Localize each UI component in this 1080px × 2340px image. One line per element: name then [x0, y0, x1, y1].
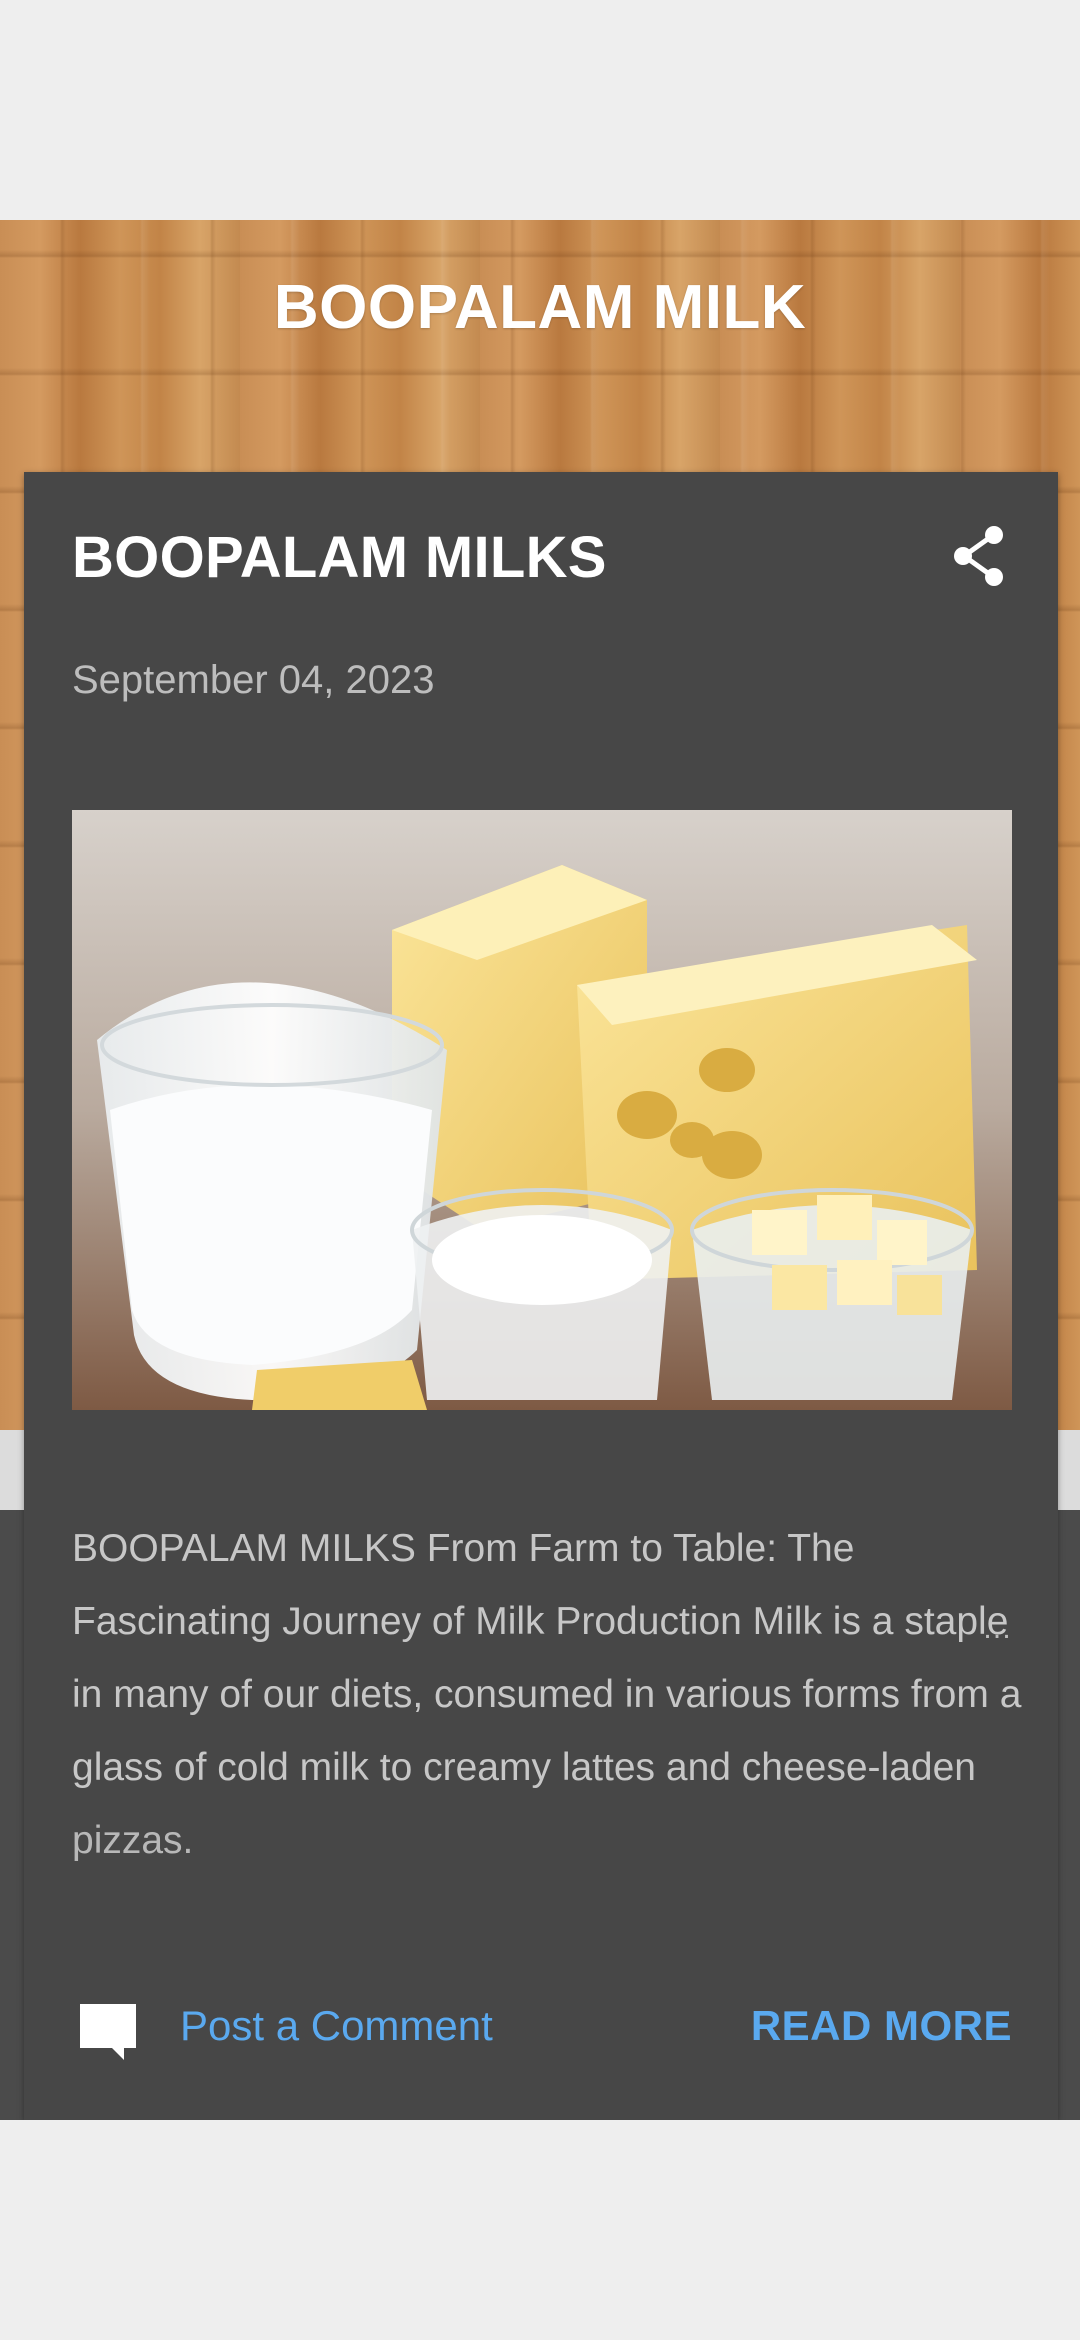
post-image[interactable] [72, 810, 1012, 1410]
snippet-text-fade: pizzas. [72, 1819, 194, 1862]
snippet-text: BOOPALAM MILKS From Farm to Table: The F… [72, 1527, 1022, 1789]
share-button[interactable] [944, 520, 1016, 592]
share-icon [954, 526, 1003, 586]
read-more-link[interactable]: READ MORE [751, 2002, 1012, 2050]
site-title[interactable]: BOOPALAM MILK [0, 272, 1080, 343]
post-date: September 04, 2023 [72, 658, 435, 702]
post-comment-link[interactable]: Post a Comment [180, 2002, 493, 2050]
top-blank-area [0, 0, 1080, 220]
post-card: BOOPALAM MILKS September 04, 2023 BOOPAL… [24, 472, 1058, 2120]
milk-cheese-illustration [72, 810, 1012, 1410]
post-snippet: BOOPALAM MILKS From Farm to Table: The F… [72, 1512, 1022, 1877]
post-title[interactable]: BOOPALAM MILKS [72, 524, 607, 591]
bottom-blank-area [0, 2120, 1080, 2340]
comment-icon-wrapper[interactable] [76, 1998, 140, 2062]
comment-icon [80, 2004, 136, 2060]
snippet-ellipsis: … [982, 1612, 1014, 1645]
